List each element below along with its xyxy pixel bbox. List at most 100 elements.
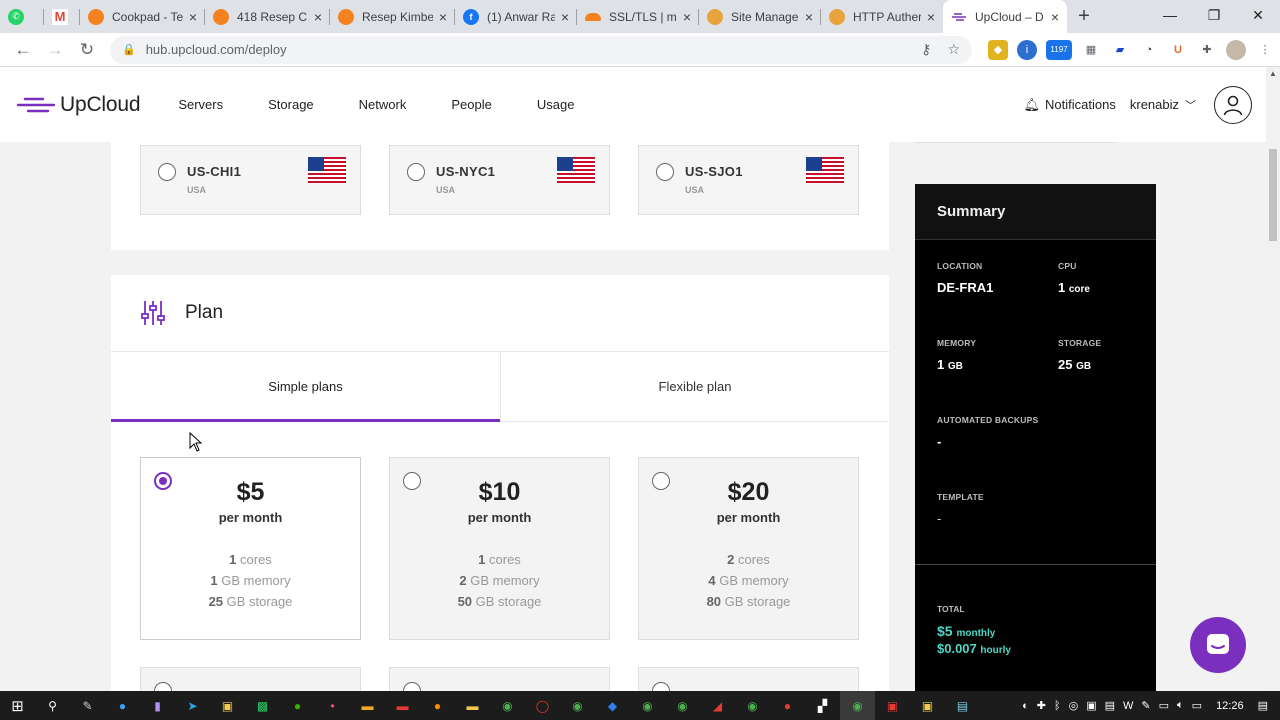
- taskbar-app-icon[interactable]: ▣: [875, 691, 910, 720]
- tray-icon[interactable]: ▤: [1105, 699, 1115, 712]
- chrome-icon[interactable]: ◉: [735, 691, 770, 720]
- restore-icon[interactable]: ❐: [1192, 0, 1236, 30]
- chrome-icon[interactable]: ◉: [630, 691, 665, 720]
- tab-facebook[interactable]: f (1) Anwar Ra ×: [455, 0, 577, 33]
- minimize-icon[interactable]: —: [1148, 0, 1192, 30]
- plan-radio[interactable]: [652, 682, 670, 691]
- location-radio[interactable]: [656, 163, 674, 181]
- tab-whatsapp[interactable]: ✆: [0, 0, 44, 33]
- search-icon[interactable]: ⚲: [35, 691, 70, 720]
- nav-network[interactable]: Network: [359, 97, 407, 112]
- chrome-active-icon[interactable]: ◉: [840, 691, 875, 720]
- sublime-icon[interactable]: ▬: [350, 691, 385, 720]
- action-center-icon[interactable]: ▤: [1258, 699, 1268, 712]
- taskbar-app-icon[interactable]: ●: [770, 691, 805, 720]
- close-icon[interactable]: ×: [314, 9, 322, 25]
- avatar[interactable]: [1214, 85, 1252, 124]
- chat-launcher-button[interactable]: [1190, 617, 1246, 673]
- tray-icon[interactable]: ▣: [1086, 699, 1096, 712]
- new-tab-button[interactable]: +: [1067, 0, 1101, 33]
- close-icon[interactable]: ×: [189, 9, 197, 25]
- location-radio[interactable]: [158, 163, 176, 181]
- close-window-icon[interactable]: ✕: [1236, 0, 1280, 30]
- nav-usage[interactable]: Usage: [537, 97, 575, 112]
- nav-servers[interactable]: Servers: [178, 97, 223, 112]
- nav-people[interactable]: People: [451, 97, 491, 112]
- back-icon[interactable]: ←: [8, 35, 38, 65]
- plan-radio[interactable]: [154, 472, 172, 490]
- taskbar-app-icon[interactable]: ◢: [700, 691, 735, 720]
- reload-icon[interactable]: ↻: [72, 35, 102, 65]
- user-menu[interactable]: krenabiz ﹀: [1130, 97, 1196, 113]
- plan-option[interactable]: [638, 667, 859, 691]
- plan-option[interactable]: [389, 667, 610, 691]
- star-icon[interactable]: ☆: [947, 41, 960, 58]
- network-icon[interactable]: ▭: [1159, 699, 1169, 712]
- notepad-icon[interactable]: ▤: [945, 691, 980, 720]
- tab-upcloud[interactable]: UpCloud – D ×: [943, 0, 1067, 33]
- plan-option[interactable]: [140, 667, 361, 691]
- tab-gmail[interactable]: M: [44, 0, 80, 33]
- tab-http-auth[interactable]: HTTP Auther ×: [821, 0, 943, 33]
- edge-icon[interactable]: ●: [105, 691, 140, 720]
- plan-radio[interactable]: [154, 682, 172, 691]
- extension-icon[interactable]: ◆: [988, 39, 1008, 60]
- tab-flexible-plan[interactable]: Flexible plan: [500, 352, 889, 421]
- plan-option[interactable]: $10 per month 1 cores 2 GB memory 50 GB …: [389, 457, 610, 640]
- telegram-icon[interactable]: ➤: [175, 691, 210, 720]
- location-option[interactable]: US-NYC1 USA: [389, 145, 610, 215]
- opera-icon[interactable]: ◯: [525, 691, 560, 720]
- chrome-icon[interactable]: ◉: [490, 691, 525, 720]
- extension-u-icon[interactable]: U: [1168, 40, 1188, 60]
- tab-cookpad-1[interactable]: Cookpad - Te ×: [80, 0, 205, 33]
- puzzle-icon[interactable]: ✚: [1197, 40, 1217, 60]
- key-icon[interactable]: ⚷: [921, 41, 931, 58]
- language-icon[interactable]: ▭: [1192, 699, 1202, 712]
- close-icon[interactable]: ×: [439, 9, 447, 25]
- extension-icon[interactable]: ▰: [1110, 40, 1130, 60]
- tray-icon[interactable]: W: [1123, 700, 1133, 712]
- bluetooth-icon[interactable]: ᛒ: [1054, 700, 1061, 712]
- grid-icon[interactable]: ▦: [1081, 40, 1101, 60]
- nav-storage[interactable]: Storage: [268, 97, 314, 112]
- tray-icon[interactable]: ◎: [1069, 699, 1079, 712]
- location-radio[interactable]: [407, 163, 425, 181]
- profile-icon[interactable]: [1226, 39, 1246, 60]
- taskbar-app-icon[interactable]: ▬: [385, 691, 420, 720]
- close-icon[interactable]: ×: [561, 9, 569, 25]
- tray-icon[interactable]: ✎: [1141, 699, 1150, 712]
- upcloud-logo[interactable]: UpCloud: [16, 93, 141, 117]
- gauge-icon[interactable]: ◔: [1139, 40, 1159, 60]
- taskbar-app-icon[interactable]: ●: [280, 691, 315, 720]
- close-icon[interactable]: ×: [927, 9, 935, 25]
- store-icon[interactable]: ▣: [210, 691, 245, 720]
- plan-radio[interactable]: [403, 472, 421, 490]
- forward-icon[interactable]: →: [40, 35, 70, 65]
- tray-icon[interactable]: ✚: [1037, 699, 1046, 712]
- menu-dots-icon[interactable]: ⋮: [1255, 40, 1275, 60]
- vscode-icon[interactable]: ◆: [595, 691, 630, 720]
- chrome-icon[interactable]: ◉: [665, 691, 700, 720]
- plan-option[interactable]: $5 per month 1 cores 1 GB memory 25 GB s…: [140, 457, 361, 640]
- windows-start-icon[interactable]: ⊞: [0, 691, 35, 720]
- whatsapp-icon[interactable]: ▩: [245, 691, 280, 720]
- taskbar-app-icon[interactable]: ▞: [805, 691, 840, 720]
- tab-cookpad-2[interactable]: 418 Resep C ×: [205, 0, 330, 33]
- firefox-icon[interactable]: ●: [420, 691, 455, 720]
- notifications-button[interactable]: 🔔︎ Notifications: [1024, 97, 1116, 113]
- taskbar-app-icon[interactable]: ▮: [140, 691, 175, 720]
- tab-cloudflare[interactable]: SSL/TLS | ma ×: [577, 0, 699, 33]
- taskbar-app-icon[interactable]: •: [315, 691, 350, 720]
- close-icon[interactable]: ×: [683, 9, 691, 25]
- scroll-up-icon[interactable]: ▲: [1269, 69, 1277, 78]
- clock[interactable]: 12:26: [1216, 700, 1244, 712]
- close-icon[interactable]: ×: [1051, 9, 1059, 25]
- taskbar-app-icon[interactable]: ▣: [910, 691, 945, 720]
- chrome-icon[interactable]: ◉: [560, 691, 595, 720]
- tab-site-manager[interactable]: Site Manage ×: [699, 0, 821, 33]
- folder-icon[interactable]: ▬: [455, 691, 490, 720]
- tab-cookpad-3[interactable]: Resep Kimbe ×: [330, 0, 455, 33]
- extension-icon[interactable]: i: [1017, 39, 1037, 60]
- volume-icon[interactable]: 🔈︎: [1177, 699, 1184, 712]
- location-option[interactable]: US-SJO1 USA: [638, 145, 859, 215]
